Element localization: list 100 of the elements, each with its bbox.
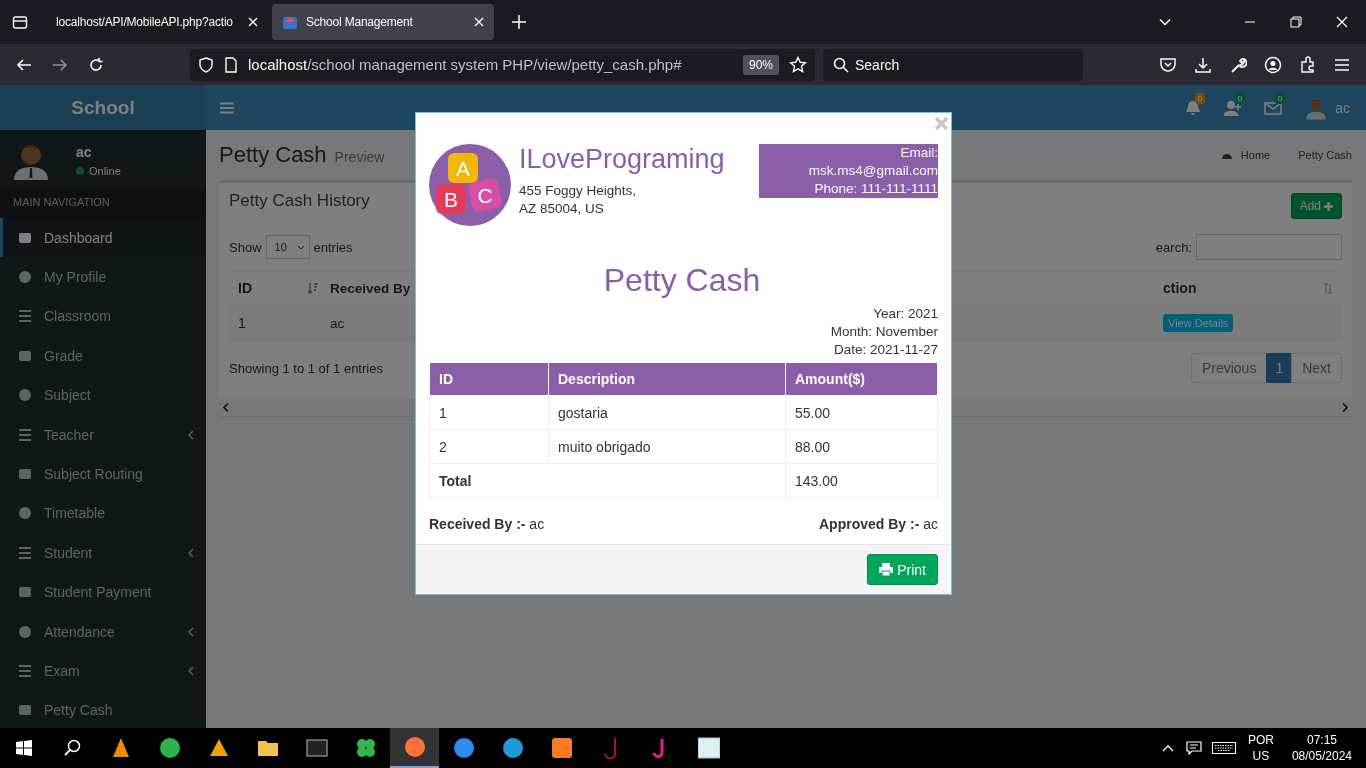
menu-item-icon (18, 703, 32, 718)
menu-item-icon (18, 664, 32, 678)
chevron-down-icon (296, 244, 305, 250)
search-field[interactable]: Search (823, 48, 1083, 81)
menu-item-icon (18, 427, 32, 442)
page-button[interactable]: 1 (1266, 353, 1293, 383)
menu-item-icon (18, 545, 32, 560)
date-line: Month: November (830, 323, 938, 341)
print-button[interactable]: Print (867, 554, 938, 585)
address-line: AZ 85004, US (519, 200, 605, 218)
total-label: Total (429, 463, 786, 498)
nav-item[interactable]: Petty Cash (0, 690, 206, 728)
date-line: Year: 2021 (873, 305, 938, 323)
brand-logo[interactable]: School (0, 85, 206, 130)
back-icon[interactable] (16, 56, 32, 73)
column-header: Amount($) (785, 362, 938, 396)
page-button[interactable]: Previous (1190, 353, 1268, 383)
user-name: ac (76, 143, 93, 160)
menu-item-icon (18, 624, 32, 639)
chevron-up-icon[interactable] (1161, 744, 1174, 752)
menu-item-icon (18, 506, 32, 521)
address-line: 455 Foggy Heights, (519, 182, 638, 200)
page-button[interactable]: Next (1291, 353, 1342, 383)
clock-date: 08/05/2024 (1291, 748, 1352, 764)
circle-icon (158, 737, 181, 759)
wrench-icon[interactable] (1229, 55, 1247, 74)
clover-icon (354, 737, 377, 759)
nav-item[interactable]: Attendance (0, 611, 206, 652)
nav-item[interactable]: Classroom (0, 296, 206, 337)
user-name[interactable]: ac (1335, 99, 1350, 116)
page-title: Petty Cash (219, 142, 327, 168)
caret-icon (188, 547, 194, 558)
page-icon (224, 56, 238, 73)
menu-item-icon (18, 270, 32, 285)
table-cell: 2 (429, 429, 549, 464)
browser-tab[interactable]: School Management (272, 4, 494, 40)
app-icon (697, 737, 720, 759)
menu-item-icon (18, 230, 32, 245)
keyboard-icon[interactable] (1211, 742, 1236, 754)
contact-line: Email: (900, 144, 938, 162)
add-button[interactable]: Add (1290, 193, 1342, 219)
new-tab-icon[interactable] (512, 15, 526, 29)
nav-item[interactable]: Timetable (0, 493, 206, 534)
download-icon[interactable] (1194, 55, 1212, 74)
terminal-icon (305, 737, 328, 759)
date-line: Date: 2021-11-27 (833, 341, 938, 359)
url-text: localhost/school management system PHP/view/petty_cash.php# (248, 56, 682, 73)
school-icon (282, 14, 298, 30)
nav-item[interactable]: Student (0, 533, 206, 573)
star-icon[interactable] (789, 55, 807, 74)
sort-icon (308, 282, 318, 294)
region-code: US (1252, 748, 1270, 764)
contact-line: msk.ms4@gmail.com (808, 162, 938, 180)
browser-tab[interactable]: localhost/API/MobileAPI.php?actio (46, 4, 268, 40)
caret-icon (188, 429, 194, 440)
menu-item-icon (18, 309, 32, 324)
language-code: POR (1247, 732, 1274, 748)
printer-icon (879, 563, 894, 576)
nav-item[interactable]: Subject (0, 375, 206, 415)
notes-icon[interactable] (1185, 741, 1202, 755)
table-cell: gostaria (548, 395, 786, 430)
forward-icon[interactable] (52, 56, 68, 73)
count-badge: 0 (1274, 92, 1286, 104)
tab-list-icon[interactable] (12, 14, 28, 30)
clock[interactable]: 07:15 08/05/2024 (1291, 732, 1352, 764)
menu-item-icon (18, 388, 32, 403)
language-indicator[interactable]: POR US (1247, 732, 1274, 764)
nav-item[interactable]: Exam (0, 651, 206, 691)
search-icon (833, 56, 849, 73)
blocks-logo: A B C (429, 144, 511, 226)
menu-item-icon (18, 467, 32, 482)
notification-icon[interactable] (1264, 99, 1283, 116)
view-details-button[interactable]: View Details (1163, 314, 1234, 332)
column-header: ID (429, 362, 549, 396)
restore-icon[interactable] (1290, 16, 1302, 28)
plus-icon (1324, 201, 1333, 211)
pocket-icon[interactable] (1159, 55, 1177, 74)
reload-icon[interactable] (88, 56, 104, 73)
column-header: Description (548, 362, 786, 396)
caret-icon (188, 666, 194, 676)
menu-icon[interactable] (1334, 56, 1350, 73)
nav-item[interactable]: My Profile (0, 257, 206, 297)
show-label: Show (229, 239, 262, 255)
page-size-select[interactable]: 10 (265, 235, 310, 259)
extensions-icon[interactable] (1299, 55, 1317, 74)
nav-item[interactable]: Subject Routing (0, 454, 206, 494)
search-field[interactable] (1196, 234, 1342, 260)
breadcrumb-link[interactable]: Home (1240, 149, 1271, 161)
zoom-badge[interactable]: 90% (742, 54, 779, 75)
nav-item[interactable]: Teacher (0, 414, 206, 455)
shield-icon[interactable] (198, 56, 214, 73)
address-bar[interactable]: localhost/school management system PHP/view/petty_cash.php# 90% (190, 48, 815, 81)
account-icon[interactable] (1264, 55, 1282, 74)
nav-item[interactable]: Student Payment (0, 572, 206, 612)
contact-line: Phone: 111-111-1111 (814, 180, 938, 198)
count-badge: 0 (1234, 92, 1246, 104)
notification-icon[interactable] (1184, 99, 1203, 116)
nav-item[interactable]: Grade (0, 336, 206, 376)
notification-icon[interactable] (1224, 99, 1243, 116)
received-by: Received By :- ac (429, 516, 545, 532)
